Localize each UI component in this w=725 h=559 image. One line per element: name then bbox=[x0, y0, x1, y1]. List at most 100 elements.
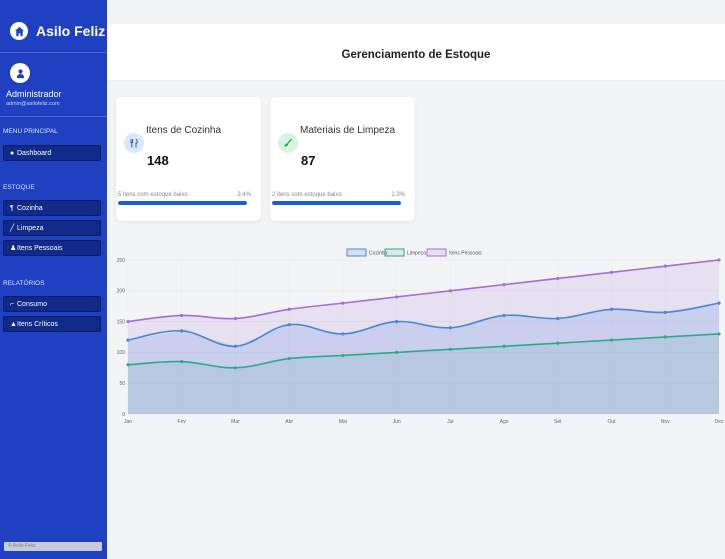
sidebar-item-consumo[interactable]: ⌐ Consumo bbox=[3, 296, 101, 312]
data-point-itens-pessoais bbox=[663, 264, 667, 268]
utensils-icon bbox=[124, 133, 144, 153]
progress-bar-fill bbox=[272, 201, 401, 205]
data-point-itens-pessoais bbox=[502, 283, 506, 287]
y-tick-label: 150 bbox=[117, 319, 126, 325]
user-name: Administrador bbox=[6, 89, 62, 99]
data-point-itens-pessoais bbox=[233, 316, 238, 321]
stock-chart: 0 50 100 150 200 250 Jan Fev Mar Abr Mai Jun Jul Ago S… bbox=[107, 238, 725, 538]
card-value: 87 bbox=[301, 153, 316, 168]
data-point-cozinha bbox=[717, 301, 721, 305]
chart-line-icon: ⌐ bbox=[10, 301, 15, 308]
sidebar-item-limpeza[interactable]: ╱ Limpeza bbox=[3, 220, 101, 236]
card-note: 5 itens com estoque baixo bbox=[118, 192, 188, 198]
sidebar-item-pessoais[interactable]: ♟ Itens Pessoais bbox=[3, 240, 101, 256]
y-tick-label: 250 bbox=[117, 258, 126, 264]
data-point-limpeza bbox=[448, 347, 452, 351]
data-point-cozinha bbox=[663, 310, 667, 314]
sidebar-item-label: Cozinha bbox=[17, 204, 43, 212]
legend-swatch-limpeza bbox=[384, 248, 405, 257]
x-tick-label: Mai bbox=[339, 419, 347, 425]
data-point-limpeza bbox=[717, 332, 721, 336]
sidebar-item-label: Consumo bbox=[17, 300, 47, 308]
data-point-limpeza bbox=[663, 335, 667, 339]
x-tick-label: Abr bbox=[285, 419, 293, 425]
brand[interactable]: Asilo Feliz bbox=[10, 22, 105, 40]
x-tick-label: Jul bbox=[447, 419, 453, 425]
x-tick-label: Mar bbox=[231, 419, 240, 425]
data-point-limpeza bbox=[287, 356, 291, 361]
utensils-icon: ¶ bbox=[10, 205, 14, 212]
y-tick-label: 0 bbox=[122, 412, 125, 418]
divider bbox=[0, 116, 107, 117]
data-point-limpeza bbox=[180, 360, 184, 364]
header: Gerenciamento de Estoque bbox=[107, 24, 725, 81]
legend-swatch-itens-pessoais bbox=[426, 248, 447, 257]
page-title: Gerenciamento de Estoque bbox=[341, 49, 491, 61]
sidebar-footer: © Asilo Feliz bbox=[4, 542, 102, 551]
x-tick-label: Out bbox=[608, 419, 617, 425]
section-label-menu: MENU PRINCIPAL bbox=[3, 128, 58, 135]
stat-card-cozinha[interactable]: Itens de Cozinha 148 5 itens com estoque… bbox=[116, 97, 261, 221]
data-point-itens-pessoais bbox=[287, 307, 291, 311]
card-value: 148 bbox=[147, 153, 169, 168]
data-point-cozinha bbox=[126, 338, 130, 342]
progress-bar bbox=[118, 201, 247, 205]
home-icon bbox=[10, 22, 28, 40]
stat-card-limpeza[interactable]: Materiais de Limpeza 87 2 itens com esto… bbox=[270, 97, 415, 221]
data-point-limpeza bbox=[502, 344, 506, 348]
data-point-cozinha bbox=[341, 332, 345, 336]
y-tick-label: 100 bbox=[117, 350, 126, 356]
y-tick-label: 200 bbox=[117, 289, 126, 295]
section-label-relatorios: RELATÓRIOS bbox=[3, 280, 45, 287]
section-label-estoque: ESTOQUE bbox=[3, 184, 35, 191]
user-icon bbox=[16, 68, 24, 78]
brand-title: Asilo Feliz bbox=[36, 23, 106, 39]
data-point-cozinha bbox=[395, 320, 399, 324]
avatar bbox=[10, 63, 30, 83]
data-point-itens-pessoais bbox=[180, 313, 184, 318]
legend-swatch-cozinha bbox=[346, 248, 367, 257]
x-tick-label: Dez bbox=[715, 419, 724, 425]
user-email: admin@asilofeliz.com bbox=[6, 101, 60, 107]
data-point-cozinha bbox=[556, 316, 560, 321]
x-tick-label: Ago bbox=[500, 419, 509, 425]
dashboard-icon: ● bbox=[10, 150, 15, 157]
data-point-cozinha bbox=[448, 326, 452, 330]
data-point-limpeza bbox=[556, 341, 560, 345]
card-note: 2 itens com estoque baixo bbox=[272, 192, 342, 198]
x-tick-label: Set bbox=[554, 419, 562, 425]
data-point-itens-pessoais bbox=[395, 295, 399, 299]
sidebar-item-criticos[interactable]: ▲ Itens Críticos bbox=[3, 316, 101, 332]
sidebar-item-cozinha[interactable]: ¶ Cozinha bbox=[3, 200, 101, 216]
progress-bar-fill bbox=[118, 201, 247, 205]
sidebar-item-dashboard[interactable]: ● Dashboard bbox=[3, 145, 101, 161]
data-point-limpeza bbox=[233, 366, 238, 370]
card-title: Itens de Cozinha bbox=[146, 125, 222, 136]
data-point-itens-pessoais bbox=[448, 289, 452, 293]
data-point-limpeza bbox=[609, 338, 614, 342]
sidebar-item-label: Dashboard bbox=[17, 149, 52, 157]
x-tick-label: Nov bbox=[661, 419, 670, 425]
card-percent: 2.3% bbox=[391, 192, 405, 198]
data-point-cozinha bbox=[609, 307, 614, 311]
users-icon: ♟ bbox=[10, 245, 17, 252]
stock-area-chart: 0 50 100 150 200 250 Jan Fev Mar Abr Mai Jun Jul Ago S… bbox=[117, 248, 724, 425]
x-tick-label: Fev bbox=[178, 419, 187, 425]
brush-icon bbox=[278, 133, 298, 153]
warning-icon: ▲ bbox=[10, 321, 17, 328]
progress-bar bbox=[272, 201, 401, 205]
data-point-cozinha bbox=[180, 329, 184, 333]
card-percent: 3.4% bbox=[237, 192, 251, 198]
data-point-itens-pessoais bbox=[556, 276, 560, 281]
sidebar-item-label: Itens Pessoais bbox=[17, 244, 63, 252]
x-tick-label: Jan bbox=[124, 419, 132, 425]
y-tick-label: 50 bbox=[119, 381, 125, 387]
data-point-cozinha bbox=[233, 344, 238, 348]
data-point-cozinha bbox=[287, 323, 291, 327]
card-title: Materiais de Limpeza bbox=[300, 125, 396, 136]
legend-label-limpeza: Limpeza bbox=[407, 251, 426, 257]
topbar bbox=[107, 0, 725, 24]
data-point-limpeza bbox=[341, 353, 345, 358]
x-tick-label: Jun bbox=[393, 419, 401, 425]
divider bbox=[0, 52, 107, 53]
